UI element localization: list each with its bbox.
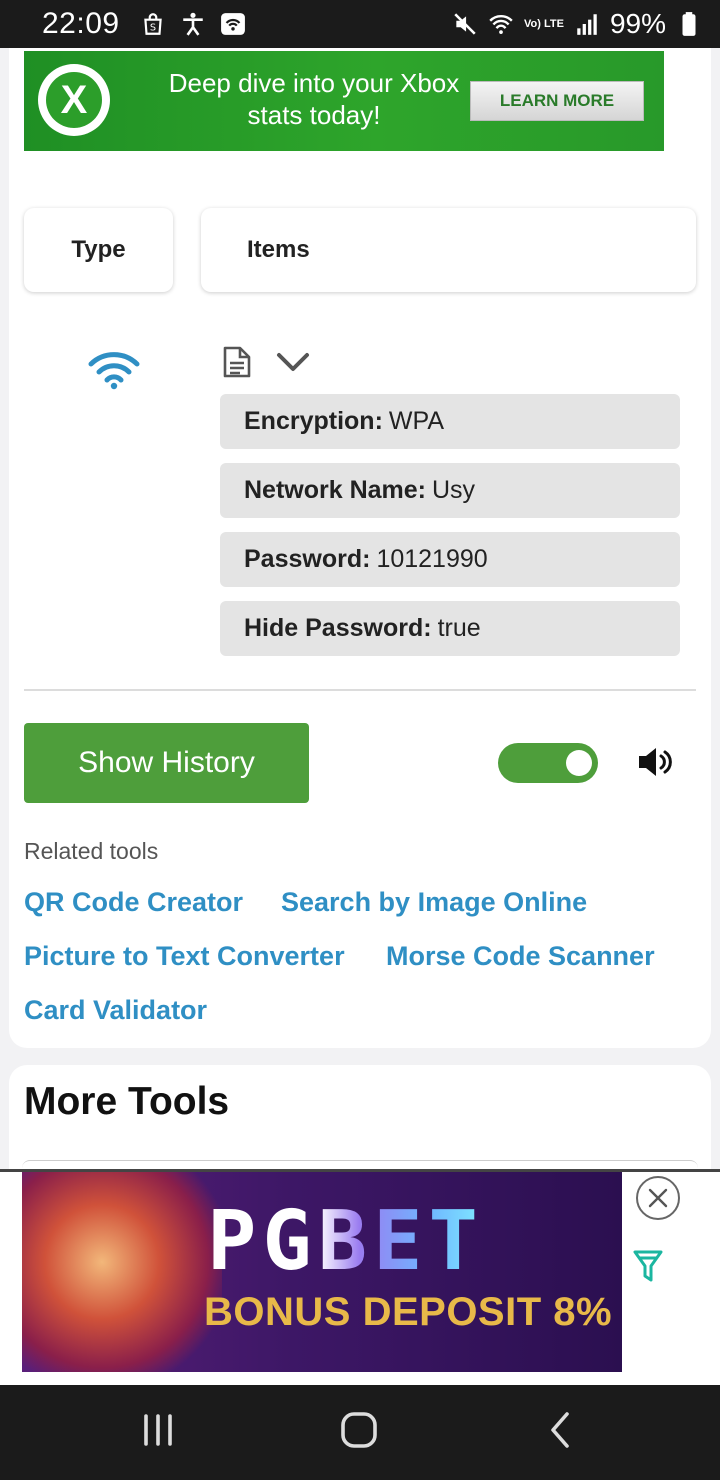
- network-type-label: Vo) LTE: [524, 17, 564, 30]
- status-bar: 22:09 S Vo) LTE 99%: [0, 0, 720, 48]
- ad-headline: Deep dive into your Xbox stats today!: [168, 68, 460, 130]
- xbox-logo-icon: X: [38, 64, 110, 136]
- copy-document-icon[interactable]: [222, 345, 252, 379]
- link-card-validator[interactable]: Card Validator: [24, 995, 207, 1026]
- battery-icon: [676, 11, 702, 37]
- section-divider: [24, 689, 696, 691]
- status-time: 22:09: [42, 7, 120, 40]
- field-key: Network Name:: [244, 476, 426, 504]
- show-history-button[interactable]: Show History: [24, 723, 309, 803]
- link-morse-code-scanner[interactable]: Morse Code Scanner: [386, 941, 655, 972]
- field-value: true: [437, 614, 481, 642]
- cell-signal-icon: [574, 11, 600, 37]
- ad-character-image: [22, 1172, 222, 1372]
- wifi-app-icon: [220, 11, 246, 37]
- learn-more-button[interactable]: LEARN MORE: [470, 81, 644, 121]
- svg-text:S: S: [149, 23, 155, 34]
- related-tools-title: Related tools: [24, 838, 159, 864]
- field-value: WPA: [388, 407, 444, 435]
- pgbet-ad[interactable]: PGBET BONUS DEPOSIT 8%: [22, 1172, 622, 1372]
- link-qr-code-creator[interactable]: QR Code Creator: [24, 887, 243, 918]
- field-network-name: Network Name: Usy: [220, 463, 680, 518]
- field-encryption: Encryption: WPA: [220, 394, 680, 449]
- field-value: Usy: [432, 476, 476, 504]
- items-column-header: Items: [201, 208, 696, 292]
- ad-tagline: BONUS DEPOSIT 8%: [204, 1290, 613, 1334]
- ad-brand: PGBET: [207, 1194, 484, 1289]
- more-tools-title: More Tools: [24, 1080, 230, 1123]
- field-key: Encryption:: [244, 407, 383, 435]
- battery-percent: 99%: [609, 8, 666, 39]
- ad-choices-icon[interactable]: [632, 1248, 664, 1284]
- toggle-knob: [566, 750, 592, 776]
- back-icon[interactable]: [541, 1410, 581, 1450]
- type-column-header: Type: [24, 208, 173, 292]
- xbox-stats-ad[interactable]: X Deep dive into your Xbox stats today! …: [24, 51, 664, 151]
- link-search-by-image[interactable]: Search by Image Online: [281, 887, 587, 918]
- shopping-bag-icon: S: [140, 11, 166, 37]
- wifi-icon: [88, 352, 140, 390]
- field-key: Hide Password:: [244, 614, 432, 642]
- field-password: Password: 10121990: [220, 532, 680, 587]
- field-value: 10121990: [376, 545, 488, 573]
- mute-icon: [452, 11, 478, 37]
- home-icon[interactable]: [339, 1410, 379, 1450]
- sound-toggle[interactable]: [498, 743, 598, 783]
- accessibility-icon: [180, 11, 206, 37]
- speaker-icon[interactable]: [636, 745, 674, 779]
- link-picture-to-text[interactable]: Picture to Text Converter: [24, 941, 345, 972]
- field-key: Password:: [244, 545, 371, 573]
- close-icon: [648, 1188, 668, 1208]
- chevron-down-icon[interactable]: [276, 350, 310, 374]
- wifi-signal-icon: [488, 11, 514, 37]
- recent-apps-icon[interactable]: [138, 1410, 178, 1450]
- field-hide-password: Hide Password: true: [220, 601, 680, 656]
- ad-close-button[interactable]: [636, 1176, 680, 1220]
